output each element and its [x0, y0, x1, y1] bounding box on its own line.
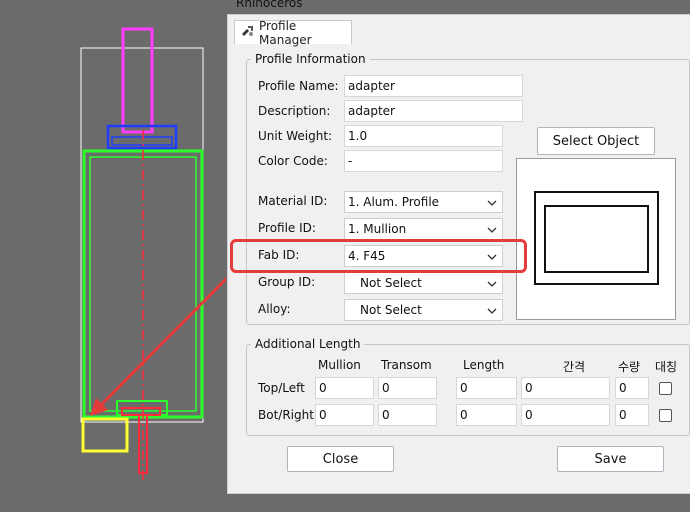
- profile-manager-icon: [241, 24, 255, 41]
- profile-preview-shape: [534, 191, 659, 285]
- fab-id-select[interactable]: 4. F45: [344, 245, 503, 267]
- annotation-arrow: [96, 276, 226, 410]
- top-left-symmetric-checkbox[interactable]: [659, 382, 672, 395]
- close-button[interactable]: Close: [287, 446, 394, 472]
- alloy-value: Not Select: [360, 303, 422, 317]
- unit-weight-label: Unit Weight:: [258, 129, 333, 143]
- material-id-value: 1. Alum. Profile: [348, 195, 440, 209]
- top-left-qty-input[interactable]: [615, 377, 649, 399]
- profile-id-label: Profile ID:: [258, 221, 316, 235]
- col-header-length: Length: [463, 358, 505, 372]
- col-header-qty: 수량: [618, 360, 641, 374]
- unit-weight-field[interactable]: [344, 125, 503, 147]
- magenta-tube: [121, 27, 154, 134]
- profile-information-title: Profile Information: [251, 52, 370, 66]
- select-object-button[interactable]: Select Object: [537, 127, 655, 155]
- rhino-viewport[interactable]: [0, 0, 226, 512]
- group-id-label: Group ID:: [258, 275, 316, 289]
- row-label-top-left: Top/Left: [258, 381, 305, 395]
- chevron-down-icon: [487, 251, 497, 265]
- bot-right-symmetric-checkbox[interactable]: [659, 409, 672, 422]
- col-header-transom: Transom: [381, 358, 432, 372]
- description-label: Description:: [258, 104, 331, 118]
- bounding-box: [80, 47, 204, 423]
- row-label-bot-right: Bot/Right: [258, 408, 314, 422]
- material-id-select[interactable]: 1. Alum. Profile: [344, 191, 503, 213]
- bot-right-length-input[interactable]: [456, 404, 517, 426]
- bot-right-transom-input[interactable]: [378, 404, 437, 426]
- additional-length-title: Additional Length: [251, 337, 365, 351]
- group-id-select[interactable]: Not Select: [344, 272, 503, 294]
- chevron-down-icon: [487, 278, 497, 292]
- col-header-mullion: Mullion: [318, 358, 361, 372]
- chevron-down-icon: [487, 197, 497, 211]
- alloy-select[interactable]: Not Select: [344, 299, 503, 321]
- bot-right-gap-input[interactable]: [521, 404, 610, 426]
- save-button[interactable]: Save: [557, 446, 664, 472]
- top-left-mullion-input[interactable]: [315, 377, 374, 399]
- cad-drawing: [80, 27, 226, 480]
- description-field[interactable]: [344, 100, 523, 122]
- top-left-gap-input[interactable]: [521, 377, 610, 399]
- material-id-label: Material ID:: [258, 194, 328, 208]
- fab-id-label: Fab ID:: [258, 248, 300, 262]
- app-title: Rhinoceros: [236, 0, 303, 10]
- profile-name-field[interactable]: [344, 75, 523, 97]
- fab-id-value: 4. F45: [348, 249, 386, 263]
- color-code-field[interactable]: [344, 150, 503, 172]
- profile-preview: [516, 158, 676, 320]
- alloy-label: Alloy:: [258, 302, 291, 316]
- profile-name-label: Profile Name:: [258, 79, 339, 93]
- color-code-label: Color Code:: [258, 154, 328, 168]
- top-left-transom-input[interactable]: [378, 377, 437, 399]
- profile-id-value: 1. Mullion: [348, 222, 407, 236]
- tab-profile-manager[interactable]: Profile Manager: [234, 18, 352, 47]
- col-header-symmetric: 대칭: [655, 360, 678, 374]
- profile-id-select[interactable]: 1. Mullion: [344, 218, 503, 240]
- yellow-box: [81, 417, 129, 453]
- bot-right-qty-input[interactable]: [615, 404, 649, 426]
- col-header-gap: 간격: [563, 360, 586, 374]
- top-left-length-input[interactable]: [456, 377, 517, 399]
- chevron-down-icon: [487, 305, 497, 319]
- tab-label: Profile Manager: [259, 18, 312, 47]
- chevron-down-icon: [487, 224, 497, 238]
- bot-right-mullion-input[interactable]: [315, 404, 374, 426]
- group-id-value: Not Select: [360, 276, 422, 290]
- bottom-edge: [227, 494, 690, 512]
